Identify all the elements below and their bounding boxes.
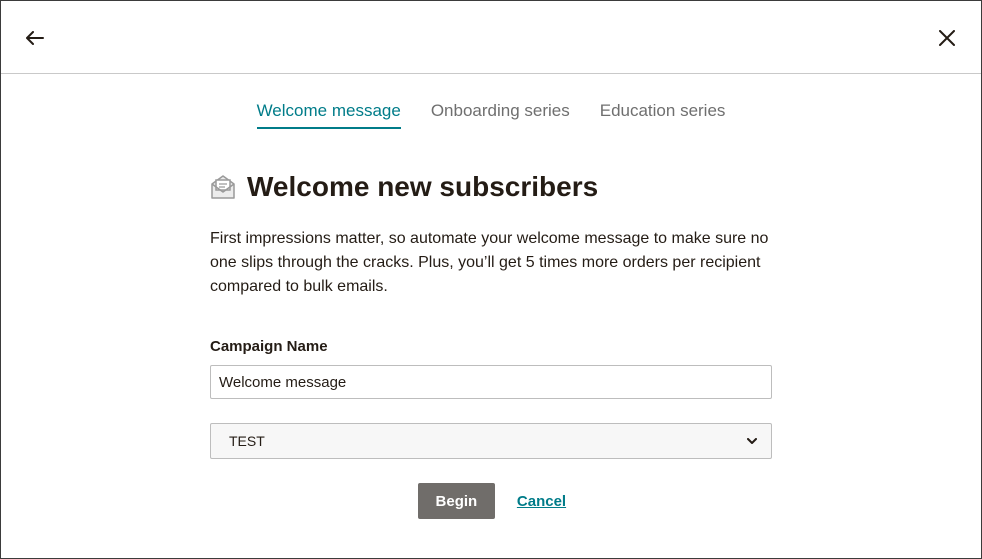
title-row: Welcome new subscribers [210,169,774,205]
close-icon [939,30,955,46]
main-content: Welcome new subscribers First impression… [210,169,774,519]
chevron-down-icon [747,437,757,444]
envelope-open-icon [211,175,235,199]
arrow-left-icon [26,31,44,45]
modal-header [1,1,981,74]
series-tabs: Welcome message Onboarding series Educat… [1,101,981,129]
close-button[interactable] [933,24,961,52]
campaign-name-label: Campaign Name [210,338,328,355]
cancel-link[interactable]: Cancel [517,493,566,510]
campaign-modal: Welcome message Onboarding series Educat… [0,0,982,559]
campaign-name-input[interactable] [210,365,772,399]
tab-welcome-message[interactable]: Welcome message [256,101,401,129]
back-button[interactable] [21,24,49,52]
begin-button[interactable]: Begin [417,483,495,519]
audience-select-value: TEST [229,433,265,449]
page-title: Welcome new subscribers [247,171,599,202]
actions: Begin Cancel [210,483,774,519]
tab-onboarding-series[interactable]: Onboarding series [431,101,570,129]
description-text: First impressions matter, so automate yo… [210,230,769,295]
tab-education-series[interactable]: Education series [600,101,726,129]
audience-select[interactable]: TEST [210,423,772,459]
